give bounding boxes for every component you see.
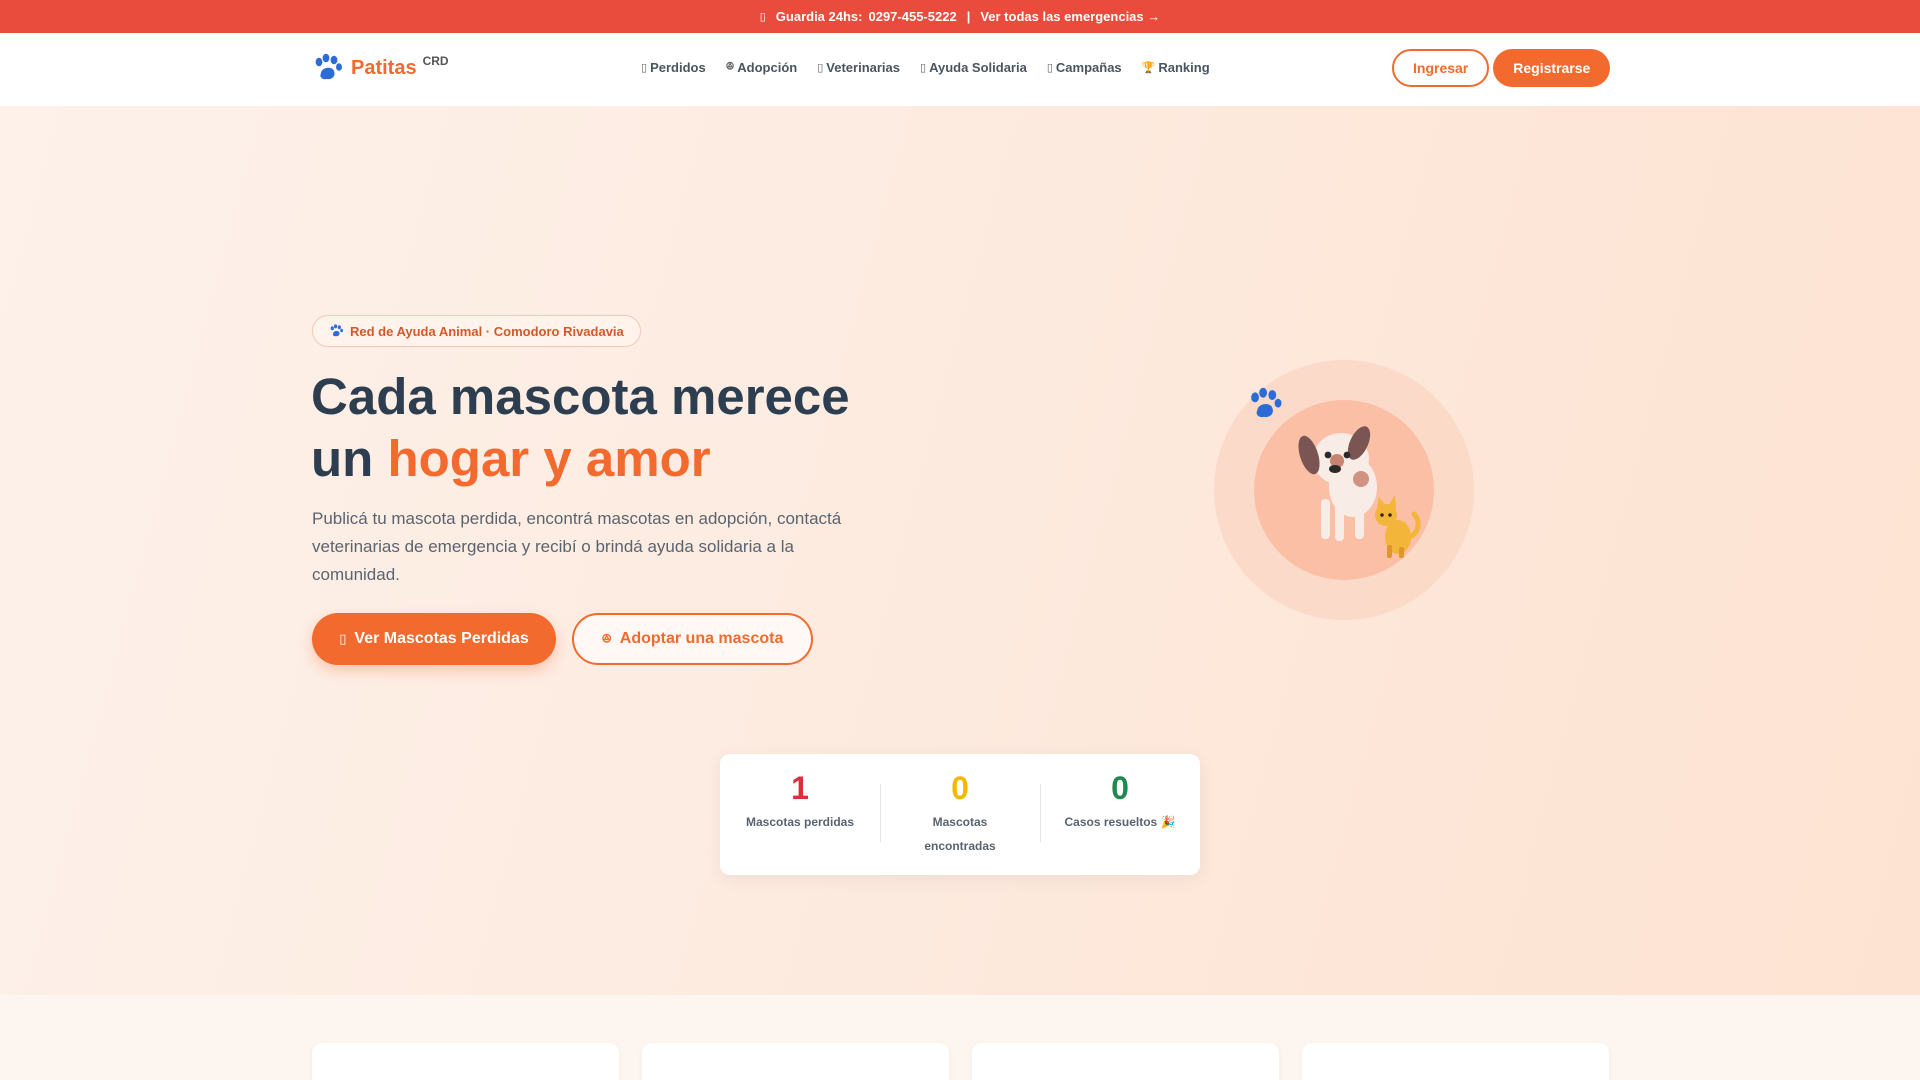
- stat-found-pets: 0 Mascotas encontradas: [880, 770, 1040, 859]
- stat-label: Casos resueltos 🎉: [1064, 815, 1176, 829]
- auth-buttons: Ingresar Registrarse: [1392, 49, 1611, 87]
- topbar-separator: |: [966, 9, 971, 24]
- lost-pet-icon: ▯: [339, 631, 347, 646]
- hero-badge-text: Red de Ayuda Animal · Comodoro Rivadavia: [350, 323, 624, 339]
- stats-card: 1 Mascotas perdidas 0 Mascotas encontrad…: [720, 754, 1200, 875]
- feature-card[interactable]: [972, 1043, 1279, 1080]
- nav-link-veterinarias[interactable]: ▯ Veterinarias: [817, 60, 900, 75]
- alert-icon: ▯: [759, 11, 766, 23]
- register-button[interactable]: Registrarse: [1493, 49, 1611, 87]
- stat-lost-pets: 1 Mascotas perdidas: [720, 770, 880, 859]
- adoption-icon: ꔮ: [601, 631, 612, 646]
- stat-label: Mascotas encontradas: [924, 815, 996, 853]
- brand-suffix: CRD: [422, 54, 449, 68]
- help-icon: ▯: [920, 62, 927, 74]
- paw-icon: [315, 53, 342, 80]
- nav-link-ranking[interactable]: 🏆 Ranking: [1142, 60, 1210, 75]
- feature-card[interactable]: [312, 1043, 619, 1080]
- lost-pet-icon: ▯: [641, 62, 648, 74]
- main-navbar: Patitas CRD ▯ Perdidos ꔮ Adopción ▯ Vete…: [0, 33, 1920, 106]
- emergency-label: Guardia 24hs:: [775, 9, 863, 24]
- view-lost-pets-button[interactable]: ▯ Ver Mascotas Perdidas: [312, 613, 556, 665]
- stat-value: 0: [1111, 770, 1129, 806]
- stat-resolved-cases: 0 Casos resueltos 🎉: [1040, 770, 1200, 859]
- headline-accent: hogar y amor: [387, 430, 711, 487]
- adoption-icon: ꔮ: [725, 61, 735, 73]
- vet-icon: ▯: [817, 62, 824, 74]
- hero-description: Publicá tu mascota perdida, encontrá mas…: [312, 509, 842, 584]
- emergency-phone[interactable]: 0297-455-5222: [868, 9, 956, 24]
- brand-name: Patitas: [351, 56, 417, 79]
- login-button[interactable]: Ingresar: [1392, 49, 1490, 87]
- stat-value: 1: [791, 770, 809, 806]
- nav-links: ▯ Perdidos ꔮ Adopción ▯ Veterinarias ▯ A…: [641, 60, 1210, 75]
- paw-icon: [330, 324, 344, 337]
- hero-headline: Cada mascota merece un hogar y amor: [311, 368, 850, 487]
- stat-value: 0: [951, 770, 969, 806]
- trophy-icon: 🏆: [1141, 62, 1156, 74]
- feature-card[interactable]: [1302, 1043, 1609, 1080]
- hero-badge: Red de Ayuda Animal · Comodoro Rivadavia: [312, 315, 641, 347]
- dog-and-cat-illustration: [1214, 360, 1474, 620]
- all-emergencies-link[interactable]: Ver todas las emergencias →: [980, 9, 1160, 24]
- campaign-icon: ▯: [1046, 62, 1053, 74]
- nav-link-campanas[interactable]: ▯ Campañas: [1047, 60, 1122, 75]
- brand-logo[interactable]: Patitas CRD: [312, 53, 449, 83]
- feature-card[interactable]: [642, 1043, 949, 1080]
- features-section: [0, 995, 1920, 1080]
- nav-link-perdidos[interactable]: ▯ Perdidos: [641, 60, 706, 75]
- emergency-topbar: ▯ Guardia 24hs: 0297-455-5222 | Ver toda…: [0, 0, 1920, 33]
- nav-link-adopcion[interactable]: ꔮ Adopción: [726, 60, 798, 75]
- nav-link-ayuda-solidaria[interactable]: ▯ Ayuda Solidaria: [920, 60, 1027, 75]
- stat-label: Mascotas perdidas: [745, 815, 855, 829]
- adopt-pet-button[interactable]: ꔮ Adoptar una mascota: [572, 613, 813, 665]
